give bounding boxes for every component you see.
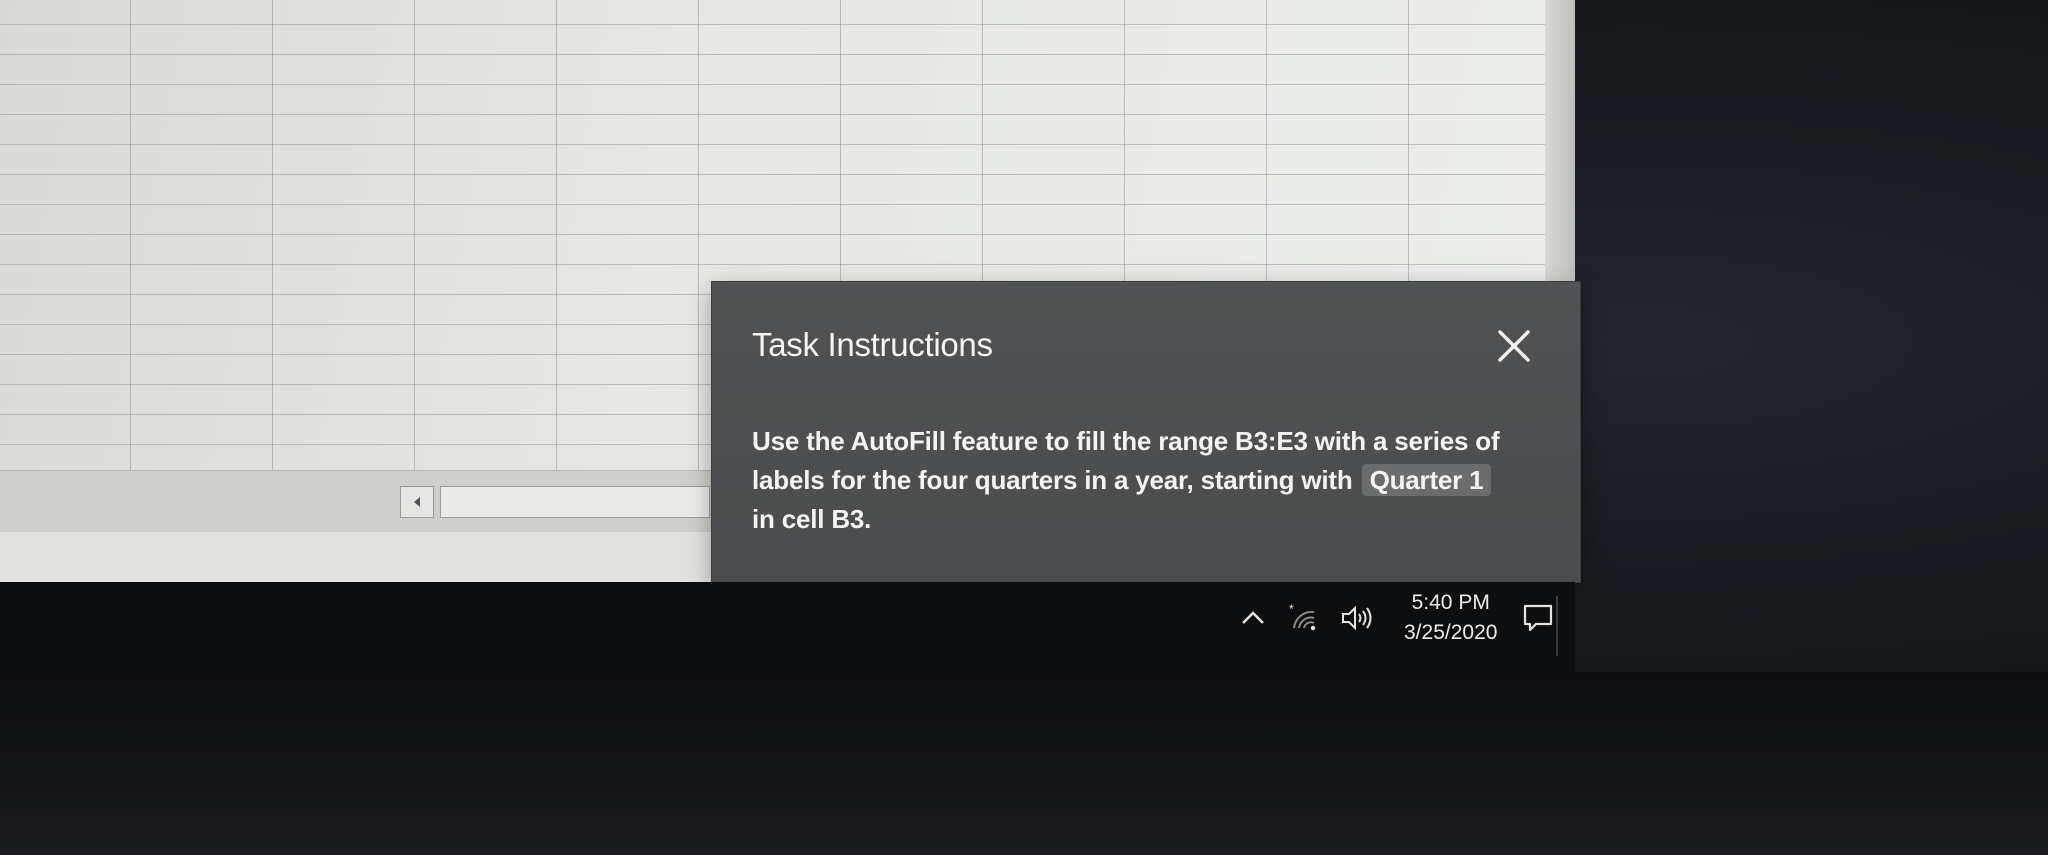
show-hidden-icons-button[interactable]: [1240, 610, 1266, 626]
clock-time: 5:40 PM: [1411, 591, 1490, 614]
volume-button[interactable]: [1340, 605, 1374, 631]
instruction-text-end: in cell B3.: [752, 504, 872, 534]
scroll-left-arrow-icon[interactable]: [400, 486, 434, 518]
svg-text:*: *: [1289, 604, 1294, 616]
action-center-button[interactable]: [1521, 601, 1555, 635]
photo-stage: Task Instructions Use the AutoFill featu…: [0, 0, 2048, 855]
close-icon: [1498, 330, 1530, 362]
monitor-bezel: [0, 672, 2048, 855]
notification-icon: [1524, 604, 1553, 632]
scroll-left-glyph: [414, 497, 420, 507]
clock-button[interactable]: 5:40 PM 3/25/2020: [1404, 588, 1497, 648]
horizontal-scroll-thumb[interactable]: [440, 486, 710, 518]
network-button[interactable]: *: [1288, 604, 1318, 632]
close-button[interactable]: [1492, 324, 1536, 368]
dialog-title: Task Instructions: [752, 326, 993, 363]
taskbar-edge: [1556, 596, 1558, 656]
task-instructions-dialog: Task Instructions Use the AutoFill featu…: [712, 282, 1580, 582]
dialog-instructions-text: Use the AutoFill feature to fill the ran…: [752, 422, 1512, 539]
highlighted-value: Quarter 1: [1361, 464, 1492, 496]
volume-icon: [1342, 605, 1372, 631]
clock-date: 3/25/2020: [1404, 621, 1498, 644]
system-tray: * 5:40 PM 3/25/2020: [1240, 588, 1555, 648]
chevron-up-icon: [1242, 611, 1264, 624]
wifi-icon: *: [1289, 604, 1316, 631]
